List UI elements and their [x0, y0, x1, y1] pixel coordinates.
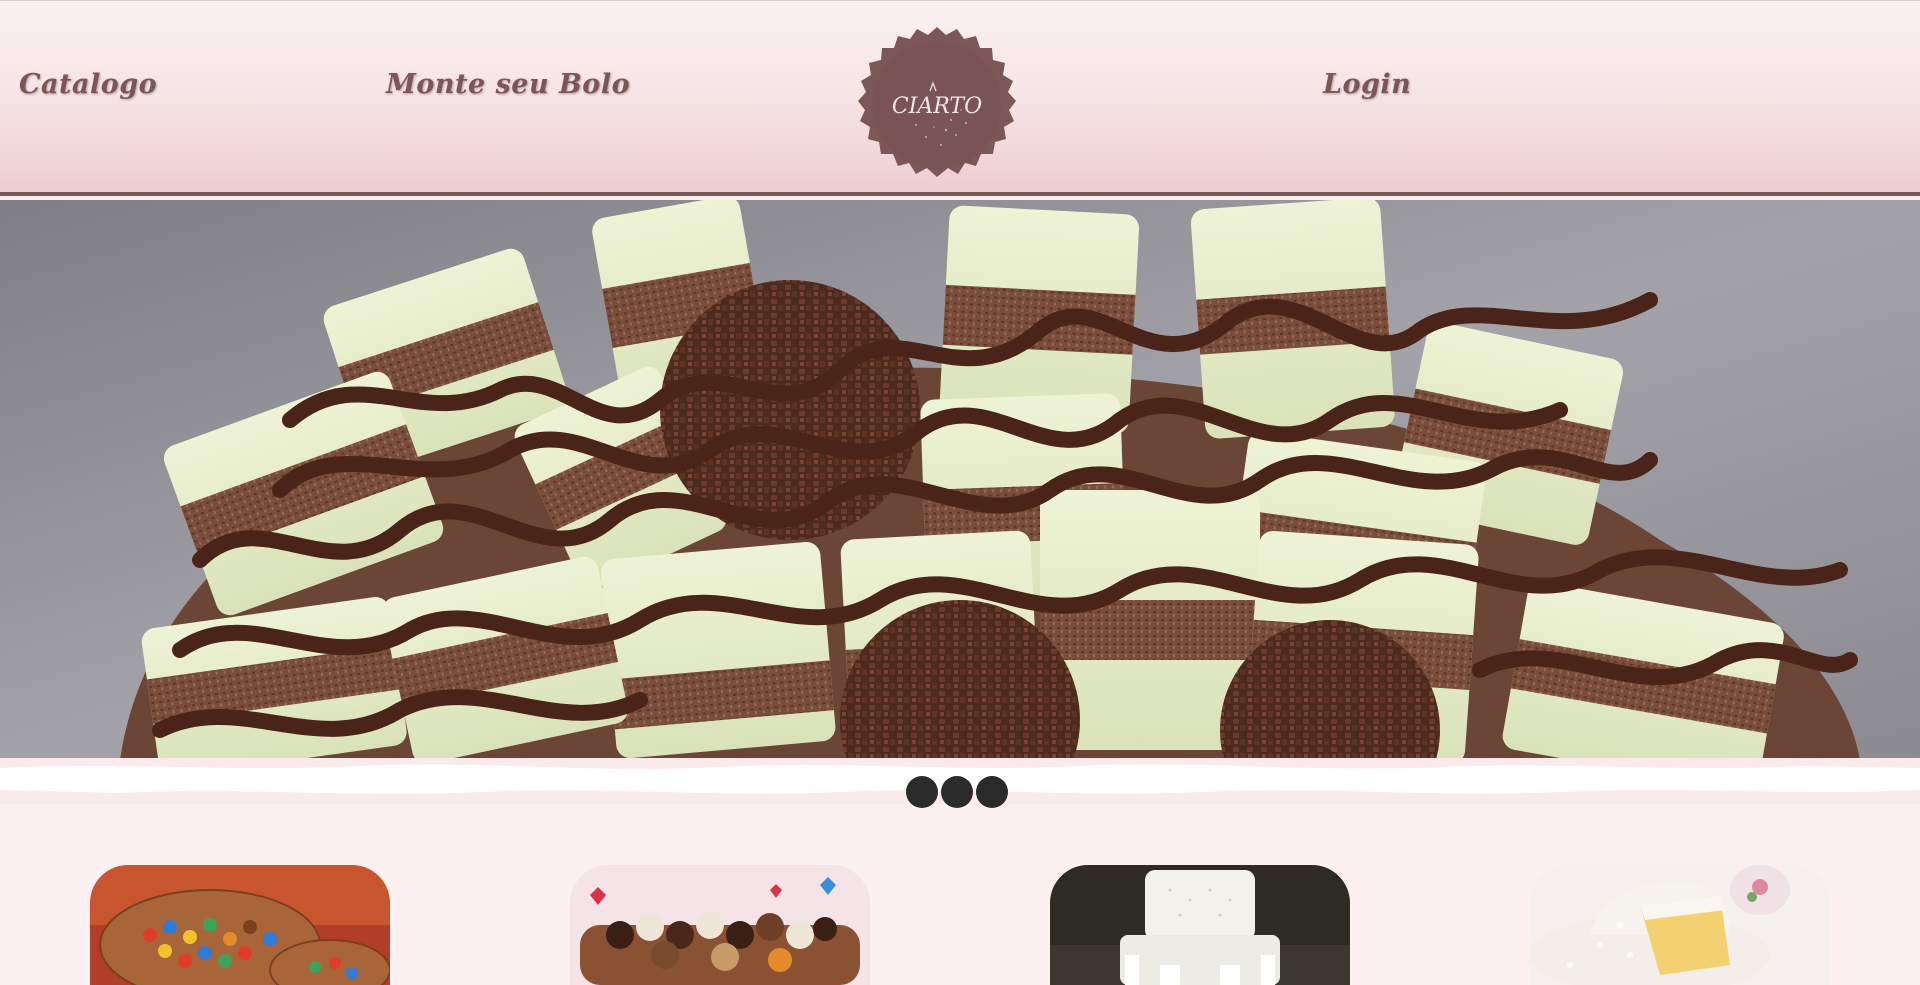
site-header: Catalogo Monte seu Bolo CIARTO Login	[0, 0, 1920, 196]
nav-build-cake-link[interactable]: Monte seu Bolo	[386, 69, 630, 100]
chocolate-truffle-cake-image	[570, 865, 870, 985]
white-fondant-cake-image	[1050, 865, 1350, 985]
product-card-1[interactable]	[90, 865, 390, 985]
sponge-cake-image	[1530, 865, 1830, 985]
product-card-4[interactable]	[1530, 865, 1830, 985]
product-card-2[interactable]	[570, 865, 870, 985]
logo[interactable]: CIARTO	[856, 25, 1018, 187]
product-card-3[interactable]	[1050, 865, 1350, 985]
hero-cake-image	[0, 200, 1920, 760]
kitkat-mms-cake-image	[90, 865, 390, 985]
logo-badge-icon: CIARTO	[858, 27, 1016, 177]
nav-catalog-link[interactable]: Catalogo	[19, 69, 157, 100]
carousel-dot-2[interactable]	[941, 776, 973, 808]
logo-text: CIARTO	[892, 94, 982, 119]
carousel-dots	[906, 776, 1008, 808]
nav-login-link[interactable]: Login	[1323, 69, 1411, 100]
hero-carousel	[0, 200, 1920, 760]
carousel-dot-3[interactable]	[976, 776, 1008, 808]
carousel-dot-1[interactable]	[906, 776, 938, 808]
